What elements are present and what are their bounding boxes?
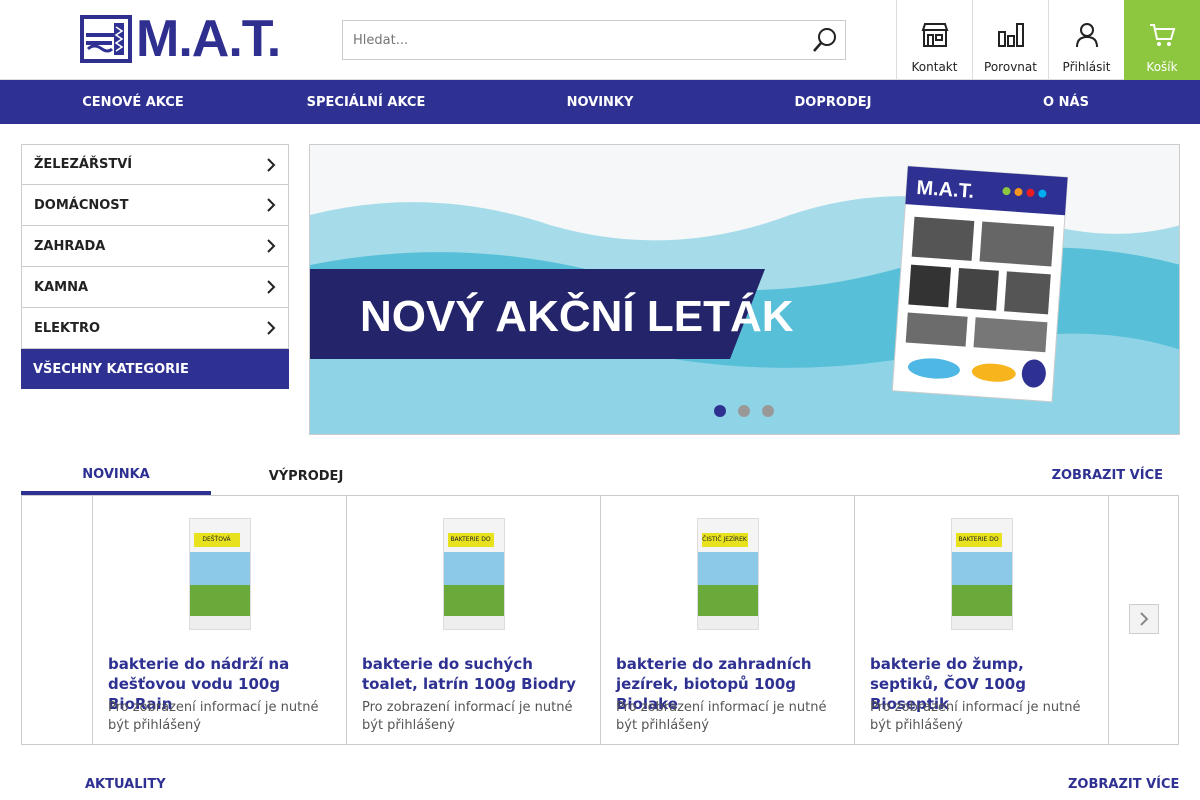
carousel-dot[interactable]	[762, 405, 774, 417]
category-label: ELEKTRO	[34, 320, 101, 336]
category-menu: ŽELEZÁŘSTVÍ DOMÁCNOST ZAHRADA KAMNA ELEK…	[21, 144, 289, 389]
cart-label: Košík	[1146, 60, 1178, 74]
main-nav: CENOVÉ AKCE SPECIÁLNÍ AKCE NOVINKY DOPRO…	[0, 80, 1200, 124]
category-label: ZAHRADA	[34, 238, 106, 254]
chevron-right-icon	[267, 239, 276, 253]
pack-label: BAKTERIE DO ŽUMP	[955, 533, 1002, 547]
show-more-link[interactable]: ZOBRAZIT VÍCE	[1052, 457, 1163, 493]
product-card[interactable]: BAKTERIE DO ŽUMP bakterie do žump, septi…	[855, 496, 1109, 744]
compare-label: Porovnat	[984, 60, 1037, 74]
category-label: DOMÁCNOST	[34, 197, 129, 213]
search-input[interactable]	[343, 21, 805, 59]
nav-item-news[interactable]: NOVINKY	[466, 80, 734, 124]
product-login-note: Pro zobrazení informací je nutné být při…	[108, 700, 319, 733]
compare-icon	[996, 20, 1026, 50]
cart-icon	[1147, 20, 1177, 50]
category-item-hardware[interactable]: ŽELEZÁŘSTVÍ	[21, 144, 289, 185]
product-image[interactable]: ČISTIČ JEZÍREK	[601, 518, 854, 638]
banner-art: NOVÝ AKČNÍ LETÁK M.A.T.	[310, 145, 1179, 434]
nav-item-clearance[interactable]: DOPRODEJ	[734, 80, 932, 124]
product-login-note: Pro zobrazení informací je nutné být při…	[362, 700, 573, 733]
product-image[interactable]: BAKTERIE DO ŽUMP	[855, 518, 1108, 638]
all-categories-button[interactable]: VŠECHNY KATEGORIE	[21, 349, 289, 389]
news-heading[interactable]: AKTUALITY	[85, 777, 166, 792]
nav-item-special-deals[interactable]: SPECIÁLNÍ AKCE	[266, 80, 466, 124]
product-login-note: Pro zobrazení informací je nutné být při…	[870, 700, 1081, 733]
promo-banner[interactable]: NOVÝ AKČNÍ LETÁK M.A.T.	[309, 144, 1180, 435]
tab-new[interactable]: NOVINKA	[21, 457, 211, 495]
search-icon	[813, 28, 836, 52]
login-button[interactable]: Přihlásit	[1048, 0, 1124, 80]
search-box	[342, 20, 846, 60]
site-header: M.A.T. Kontakt Porovnat Přihlásit Koš	[0, 0, 1200, 80]
carousel-dot[interactable]	[738, 405, 750, 417]
login-label: Přihlásit	[1062, 60, 1111, 74]
store-icon	[920, 20, 950, 50]
tab-clearance[interactable]: VÝPRODEJ	[211, 457, 401, 495]
carousel-dots	[714, 405, 774, 417]
category-item-garden[interactable]: ZAHRADA	[21, 226, 289, 267]
product-card[interactable]: BAKTERIE DO SUCHÝCH WC bakterie do suchý…	[347, 496, 601, 744]
compare-button[interactable]: Porovnat	[972, 0, 1048, 80]
nav-item-about[interactable]: O NÁS	[932, 80, 1200, 124]
pack-label: DEŠŤOVÁ VODA	[193, 533, 240, 547]
logo[interactable]: M.A.T.	[80, 10, 281, 68]
product-image[interactable]: DEŠŤOVÁ VODA	[93, 518, 346, 638]
banner-headline: NOVÝ AKČNÍ LETÁK	[360, 290, 794, 341]
chevron-right-icon	[267, 198, 276, 212]
product-card-partial	[22, 496, 93, 744]
product-login-note: Pro zobrazení informací je nutné být při…	[616, 700, 827, 733]
contact-button[interactable]: Kontakt	[896, 0, 972, 80]
chevron-right-icon	[267, 157, 276, 172]
product-card[interactable]: ČISTIČ JEZÍREK bakterie do zahradních je…	[601, 496, 855, 744]
nav-item-price-deals[interactable]: CENOVÉ AKCE	[0, 80, 266, 124]
user-icon	[1072, 20, 1102, 50]
product-tabs: NOVINKA VÝPRODEJ ZOBRAZIT VÍCE	[21, 457, 1179, 495]
chevron-right-icon	[267, 321, 276, 335]
contact-label: Kontakt	[911, 60, 958, 74]
product-image[interactable]: BAKTERIE DO SUCHÝCH WC	[347, 518, 600, 638]
category-label: ŽELEZÁŘSTVÍ	[34, 157, 133, 172]
pack-label: ČISTIČ JEZÍREK	[701, 533, 748, 547]
category-item-household[interactable]: DOMÁCNOST	[21, 185, 289, 226]
search-button[interactable]	[805, 21, 845, 59]
category-item-electro[interactable]: ELEKTRO	[21, 308, 289, 349]
carousel-next-button[interactable]	[1129, 604, 1159, 634]
carousel-dot[interactable]	[714, 405, 726, 417]
chevron-right-icon	[267, 280, 276, 294]
product-card[interactable]: DEŠŤOVÁ VODA bakterie do nádrží na dešťo…	[93, 496, 347, 744]
category-label: KAMNA	[34, 279, 89, 295]
chevron-right-icon	[1140, 612, 1149, 626]
logo-text: M.A.T.	[136, 10, 281, 68]
category-item-stoves[interactable]: KAMNA	[21, 267, 289, 308]
product-title[interactable]: bakterie do suchých toalet, latrín 100g …	[362, 654, 588, 694]
product-carousel: DEŠŤOVÁ VODA bakterie do nádrží na dešťo…	[21, 495, 1179, 745]
leaflet-brand: M.A.T.	[916, 177, 975, 203]
pack-label: BAKTERIE DO SUCHÝCH WC	[447, 533, 494, 547]
news-show-more-link[interactable]: ZOBRAZIT VÍCE	[1068, 777, 1179, 792]
cart-button[interactable]: Košík	[1124, 0, 1200, 80]
logo-mark-icon	[80, 15, 132, 63]
